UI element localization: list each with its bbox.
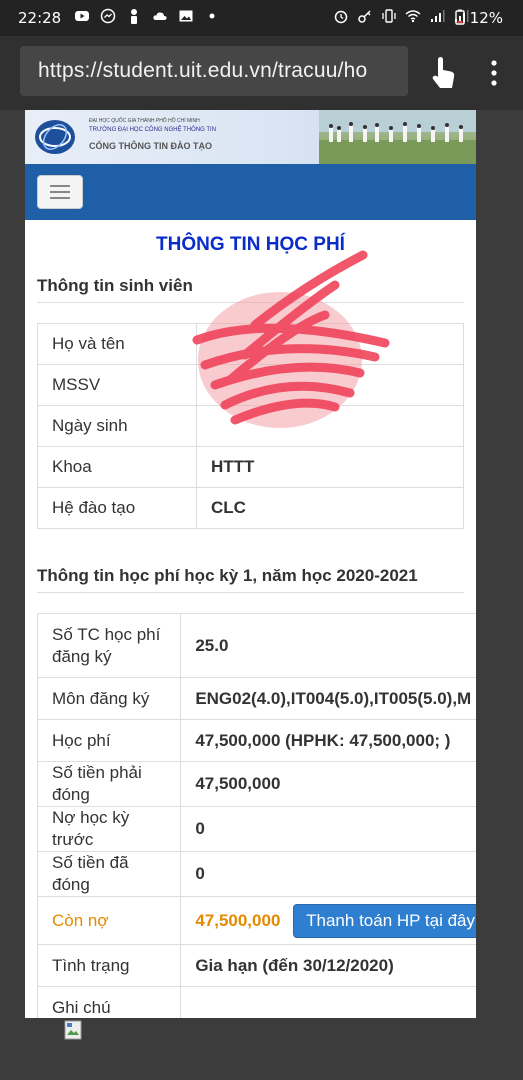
youtube-icon <box>75 11 89 21</box>
messenger-icon <box>100 8 116 24</box>
status-bar: 22:28 12% <box>0 0 523 36</box>
program-label: Hệ đào tạo <box>37 487 197 529</box>
table-row: Số tiền đã đóng 0 <box>36 851 476 897</box>
more-options-icon[interactable] <box>484 58 504 88</box>
table-row: Ghi chú <box>36 986 476 1018</box>
amount-paid-label: Số tiền đã đóng <box>36 851 182 897</box>
dot-icon <box>209 13 215 19</box>
broken-image-icon <box>64 1020 82 1040</box>
table-row: Hệ đào tạo CLC <box>37 487 464 529</box>
hamburger-icon <box>50 185 70 187</box>
remaining-debt-label: Còn nợ <box>36 896 182 945</box>
web-page: ĐẠI HỌC QUỐC GIA THÀNH PHỐ HỒ CHÍ MINH T… <box>25 110 476 1018</box>
table-row: Học phí 47,500,000 (HPHK: 47,500,000; ) <box>36 719 476 762</box>
amount-due-value: 47,500,000 <box>180 761 476 807</box>
fee-value: 47,500,000 (HPHK: 47,500,000; ) <box>180 719 476 762</box>
banner-line-1: ĐẠI HỌC QUỐC GIA THÀNH PHỐ HỒ CHÍ MINH <box>89 118 200 124</box>
site-navbar <box>25 164 476 220</box>
banner-line-2: TRƯỜNG ĐẠI HỌC CÔNG NGHỆ THÔNG TIN <box>89 127 217 133</box>
amount-paid-value: 0 <box>180 851 476 897</box>
wifi-icon <box>405 10 421 23</box>
note-value <box>180 986 476 1018</box>
alarm-icon <box>334 10 348 24</box>
redaction-scribble <box>192 250 390 428</box>
program-value: CLC <box>196 487 464 529</box>
banner-photo <box>319 110 476 164</box>
vibrate-icon <box>382 9 396 23</box>
note-label: Ghi chú <box>36 986 182 1018</box>
credits-label: Số TC học phí đăng ký <box>36 613 182 678</box>
previous-debt-label: Nợ học kỳ trước <box>36 806 182 852</box>
url-bar[interactable]: https://student.uit.edu.vn/tracuu/ho <box>20 46 408 96</box>
faculty-label: Khoa <box>37 446 197 488</box>
browser-toolbar: https://student.uit.edu.vn/tracuu/ho <box>0 36 523 110</box>
table-row: Số tiền phải đóng 47,500,000 <box>36 761 476 807</box>
student-name-label: Họ và tên <box>37 323 197 365</box>
pay-tuition-button[interactable]: Thanh toán HP tại đây <box>293 903 476 938</box>
birthdate-label: Ngày sinh <box>37 405 197 447</box>
touch-icon[interactable] <box>424 52 460 92</box>
key-icon <box>358 10 371 23</box>
table-row: Tình trạng Gia hạn (đến 30/12/2020) <box>36 944 476 987</box>
signal-icon <box>431 10 445 22</box>
menu-toggle-button[interactable] <box>37 175 83 209</box>
fee-label: Học phí <box>36 719 182 762</box>
image-icon <box>179 10 193 22</box>
credits-value: 25.0 <box>180 613 476 678</box>
courses-label: Môn đăng ký <box>36 677 182 720</box>
table-row: Còn nợ 47,500,000 Thanh toán HP tại đây <box>36 896 476 945</box>
divider <box>37 592 464 593</box>
status-value: Gia hạn (đến 30/12/2020) <box>180 944 476 987</box>
site-banner: ĐẠI HỌC QUỐC GIA THÀNH PHỐ HỒ CHÍ MINH T… <box>25 110 476 165</box>
status-label: Tình trạng <box>36 944 182 987</box>
battery-icon <box>455 9 465 25</box>
previous-debt-value: 0 <box>180 806 476 852</box>
table-row: Nợ học kỳ trước 0 <box>36 806 476 852</box>
person-icon <box>131 9 137 24</box>
student-info-title: Thông tin sinh viên <box>37 276 193 295</box>
tuition-table: Số TC học phí đăng ký 25.0 Môn đăng ký E… <box>36 613 476 1018</box>
student-id-label: MSSV <box>37 364 197 406</box>
uit-logo-icon <box>35 120 75 154</box>
cloud-icon <box>153 12 167 20</box>
table-row: Môn đăng ký ENG02(4.0),IT004(5.0),IT005(… <box>36 677 476 720</box>
students-photo-image <box>319 110 476 164</box>
status-time: 22:28 <box>18 9 62 27</box>
courses-value: ENG02(4.0),IT004(5.0),IT005(5.0),M <box>180 677 476 720</box>
tuition-info-title: Thông tin học phí học kỳ 1, năm học 2020… <box>37 566 418 585</box>
table-row: Số TC học phí đăng ký 25.0 <box>36 613 476 678</box>
remaining-debt-value: 47,500,000 <box>195 910 281 930</box>
battery-level: 12% <box>469 9 503 27</box>
amount-due-label: Số tiền phải đóng <box>36 761 182 807</box>
banner-line-3: CỔNG THÔNG TIN ĐÀO TẠO <box>89 141 212 151</box>
